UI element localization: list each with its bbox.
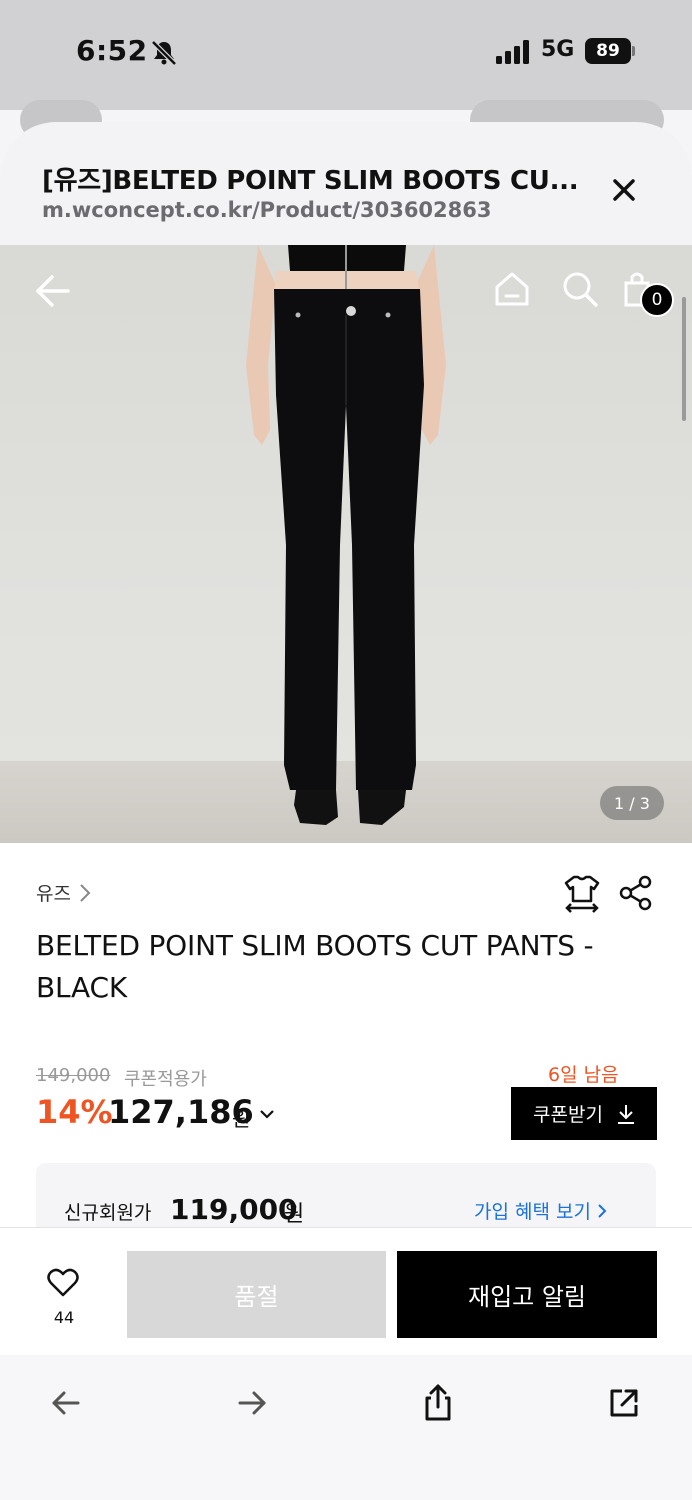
heart-icon[interactable] [47, 1268, 79, 1298]
home-icon[interactable] [492, 269, 532, 309]
coupon-days-left: 6일 남음 [548, 1064, 619, 1086]
download-coupon-button[interactable]: 쿠폰받기 [511, 1087, 657, 1140]
search-icon[interactable] [560, 269, 600, 309]
soldout-button[interactable]: 품절 [127, 1251, 386, 1338]
page-url[interactable]: m.wconcept.co.kr/Product/303602863 [42, 198, 492, 222]
chevron-right-icon [598, 1203, 607, 1218]
browser-back-icon[interactable] [46, 1383, 86, 1423]
status-time: 6:52 [76, 34, 148, 67]
close-icon[interactable] [604, 170, 644, 210]
open-external-icon[interactable] [604, 1383, 644, 1423]
download-icon [617, 1104, 634, 1124]
like-count: 44 [53, 1308, 75, 1327]
chevron-down-icon[interactable] [259, 1108, 275, 1120]
product-info: 유즈 BELTED POINT SLIM BOOTS CUT PANTS - B… [0, 843, 692, 1227]
browser-sheet-header: [유즈]BELTED POINT SLIM BOOTS CU... m.wcon… [0, 122, 692, 246]
restock-alert-button[interactable]: 재입고 알림 [397, 1251, 657, 1338]
coupon-price-label: 쿠폰적용가 [124, 1069, 207, 1090]
new-member-price-box: 신규회원가 119,000 원 가입 혜택 보기 [36, 1163, 656, 1227]
back-arrow-icon[interactable] [30, 271, 74, 311]
product-photo [246, 245, 446, 825]
status-bar: 6:52 5G 89 [0, 0, 692, 140]
image-page-indicator: 1 / 3 [600, 786, 664, 820]
brand-link[interactable]: 유즈 [36, 879, 91, 906]
network-label: 5G [541, 37, 575, 62]
signal-icon [496, 40, 529, 64]
product-title: BELTED POINT SLIM BOOTS CUT PANTS - BLAC… [36, 929, 594, 1004]
discount-rate: 14% [36, 1093, 113, 1131]
new-member-price: 119,000 [170, 1193, 298, 1226]
app-root: 6:52 5G 89 [유즈]BELTED POINT SLIM BOOTS C… [0, 0, 692, 1500]
currency-label: 원 [232, 1107, 251, 1131]
original-price: 149,000 [36, 1065, 111, 1086]
browser-share-icon[interactable] [418, 1383, 458, 1423]
silent-bell-icon [151, 40, 177, 66]
new-member-currency: 원 [284, 1202, 305, 1227]
benefit-link-label: 가입 혜택 보기 [474, 1201, 591, 1223]
battery-level: 89 [596, 41, 620, 61]
brand-name: 유즈 [36, 883, 71, 905]
coupon-button-label: 쿠폰받기 [533, 1104, 603, 1126]
chevron-right-icon [80, 883, 91, 902]
browser-forward-icon[interactable] [232, 1383, 272, 1423]
new-member-label: 신규회원가 [64, 1202, 152, 1224]
share-icon[interactable] [618, 875, 654, 911]
scrollbar[interactable] [682, 297, 686, 421]
signup-benefit-link[interactable]: 가입 혜택 보기 [474, 1197, 607, 1224]
battery-icon: 89 [585, 38, 631, 64]
browser-toolbar [0, 1355, 692, 1500]
battery-tip [632, 46, 635, 56]
purchase-action-bar: 44 품절 재입고 알림 [0, 1227, 692, 1355]
size-guide-icon[interactable] [564, 873, 600, 913]
cart-count-badge[interactable]: 0 [640, 283, 674, 317]
page-title[interactable]: [유즈]BELTED POINT SLIM BOOTS CU... [42, 160, 582, 197]
product-image-gallery[interactable]: 0 1 / 3 [0, 245, 692, 843]
